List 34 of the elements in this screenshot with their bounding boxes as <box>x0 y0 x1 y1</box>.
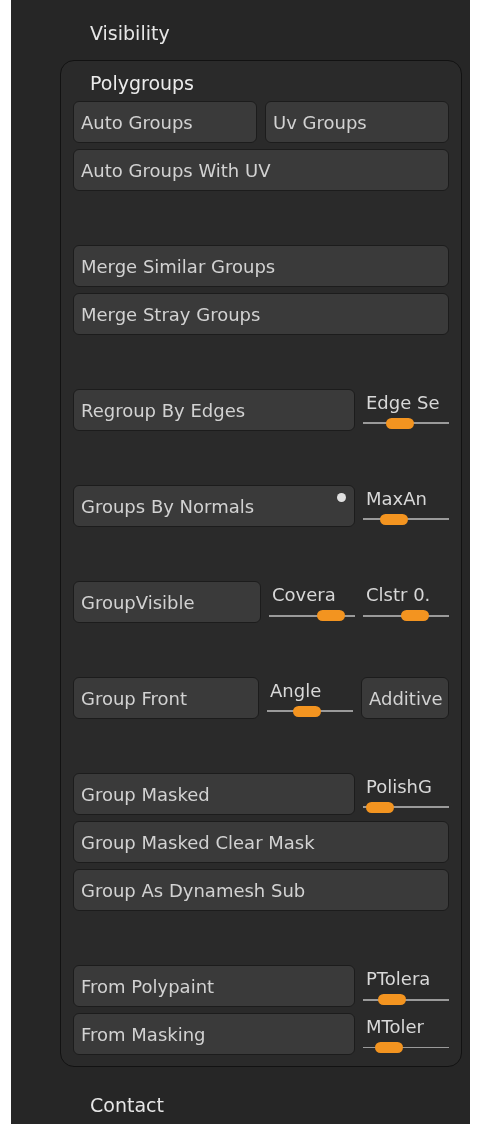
slider-thumb[interactable] <box>316 610 345 621</box>
section-header[interactable]: Contact <box>90 1091 470 1120</box>
tool-button[interactable]: Merge Stray Groups <box>73 293 449 335</box>
slider-thumb[interactable] <box>386 418 415 429</box>
section-header[interactable]: Visibility <box>90 18 470 48</box>
tool-button[interactable]: Uv Groups <box>265 101 449 143</box>
slider-label: Angle <box>270 679 322 703</box>
slider-thumb[interactable] <box>374 1042 403 1053</box>
slider-label: Clstr 0. <box>366 583 431 607</box>
slider-thumb[interactable] <box>377 994 406 1005</box>
tool-button[interactable]: Group Front <box>73 677 259 719</box>
slider-label: Edge Se <box>366 391 440 415</box>
slider-label: PTolera <box>366 967 431 991</box>
tool-button[interactable]: Auto Groups With UV <box>73 149 449 191</box>
tool-button[interactable]: Group Masked <box>73 773 355 815</box>
tool-button[interactable]: From Masking <box>73 1013 355 1055</box>
panel-title[interactable]: Polygroups <box>90 65 449 101</box>
slider-thumb[interactable] <box>365 802 394 813</box>
tool-button[interactable]: Group Masked Clear Mask <box>73 821 449 863</box>
slider-thumb[interactable] <box>400 610 429 621</box>
tool-button[interactable]: Auto Groups <box>73 101 257 143</box>
tool-button[interactable]: Groups By Normals <box>73 485 355 527</box>
slider-label: MaxAn <box>366 487 427 511</box>
slider-label: Covera <box>272 583 336 607</box>
tool-button[interactable]: Regroup By Edges <box>73 389 355 431</box>
tool-button[interactable]: Group As Dynamesh Sub <box>73 869 449 911</box>
tool-button[interactable]: GroupVisible <box>73 581 261 623</box>
tool-button[interactable]: Merge Similar Groups <box>73 245 449 287</box>
slider-label: MToler <box>366 1015 424 1039</box>
slider-thumb[interactable] <box>380 514 409 525</box>
slider-label: PolishG <box>366 775 432 799</box>
slider-thumb[interactable] <box>293 706 322 717</box>
tool-button[interactable]: From Polypaint <box>73 965 355 1007</box>
tool-button[interactable]: Additive <box>361 677 449 719</box>
